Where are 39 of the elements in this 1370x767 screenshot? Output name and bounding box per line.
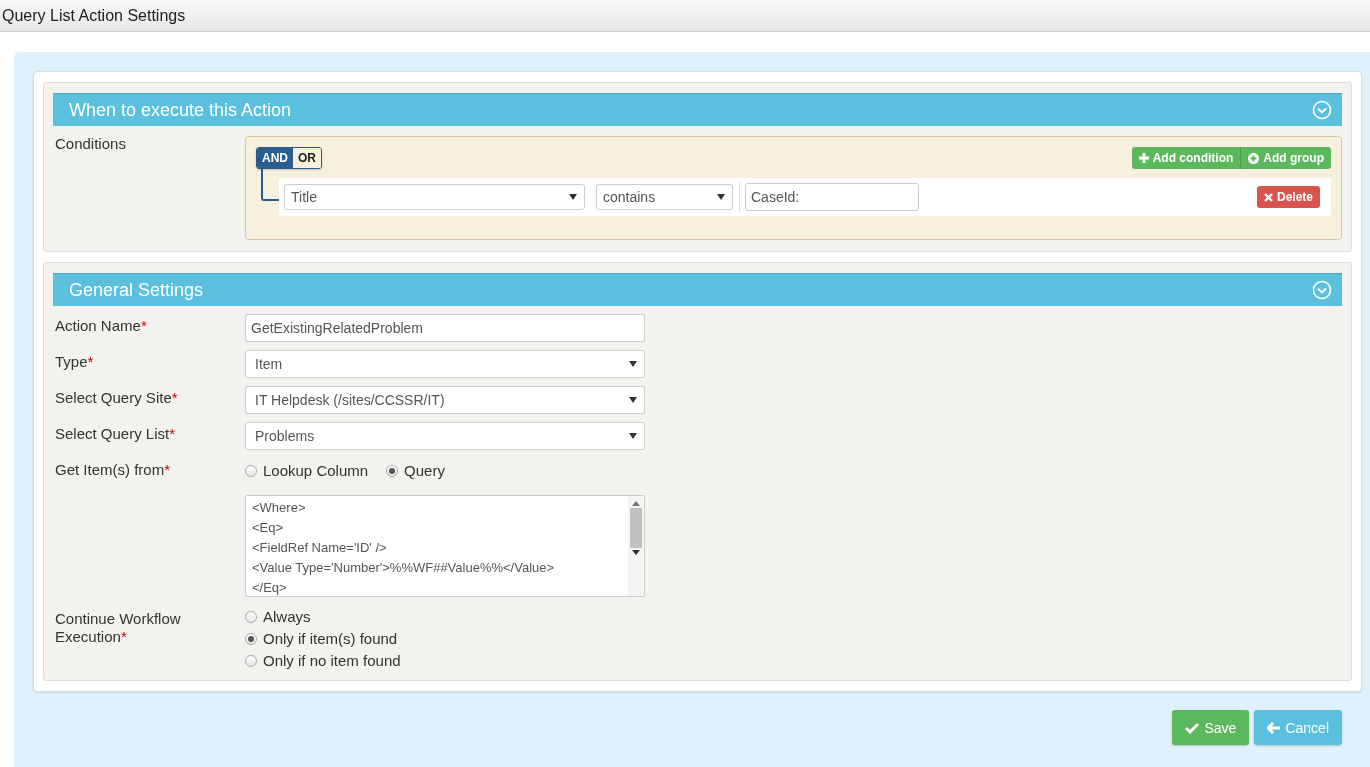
value-input[interactable]: CaseId: bbox=[745, 183, 919, 211]
close-icon bbox=[1263, 192, 1273, 202]
radio-option[interactable]: Only if item(s) found bbox=[245, 630, 401, 647]
radio-option[interactable]: Only if no item found bbox=[245, 652, 401, 669]
scroll-down-icon[interactable] bbox=[632, 550, 640, 556]
field-label: Select Query Site* bbox=[54, 388, 179, 407]
left-arrow-icon bbox=[1267, 721, 1281, 734]
operator-select[interactable]: contains bbox=[596, 184, 733, 210]
radio-option[interactable]: Lookup Column bbox=[245, 462, 369, 479]
dropdown-caret-icon bbox=[569, 194, 577, 200]
field-label: Get Item(s) from* bbox=[54, 460, 172, 479]
select-dropdown[interactable]: Problems bbox=[245, 422, 645, 450]
delete-button[interactable]: Delete bbox=[1256, 186, 1320, 208]
scrollbar-thumb[interactable] bbox=[630, 508, 642, 548]
select-dropdown[interactable]: IT Helpdesk (/sites/CCSSR/IT) bbox=[245, 386, 645, 414]
radio-option[interactable]: Always bbox=[245, 608, 401, 625]
plus-icon bbox=[1138, 153, 1149, 163]
field-label: Continue Workflow Execution* bbox=[54, 609, 182, 646]
window-title: Query List Action Settings bbox=[2, 6, 186, 25]
field-label: Select Query List* bbox=[54, 424, 177, 443]
checkmark-icon bbox=[1185, 721, 1200, 734]
operator-toggle[interactable]: OR bbox=[293, 148, 321, 168]
field-select[interactable]: Title bbox=[284, 184, 585, 210]
field-label: Action Name* bbox=[54, 316, 148, 335]
dropdown-caret-icon bbox=[717, 194, 725, 200]
dropdown-caret-icon bbox=[629, 397, 637, 403]
select-dropdown[interactable]: Item bbox=[245, 350, 645, 378]
plus-circle-icon bbox=[1248, 152, 1260, 164]
text-input[interactable]: GetExistingRelatedProblem bbox=[245, 314, 645, 342]
field-label: Conditions bbox=[54, 134, 127, 153]
dropdown-caret-icon bbox=[629, 433, 637, 439]
collapse-chevron-icon[interactable] bbox=[1312, 280, 1332, 300]
operator-toggle[interactable]: AND bbox=[257, 148, 293, 168]
field-label: Type* bbox=[54, 352, 95, 371]
radio-option[interactable]: Query bbox=[386, 462, 445, 479]
scroll-up-icon[interactable] bbox=[632, 500, 640, 506]
collapse-chevron-icon[interactable] bbox=[1312, 100, 1332, 120]
query-textarea[interactable]: <Where> <Eq> <FieldRef Name='ID' /> <Value Type='Number'>%%WF##Value%%</Value> </Eq> bbox=[245, 495, 645, 597]
dropdown-caret-icon bbox=[629, 361, 637, 367]
